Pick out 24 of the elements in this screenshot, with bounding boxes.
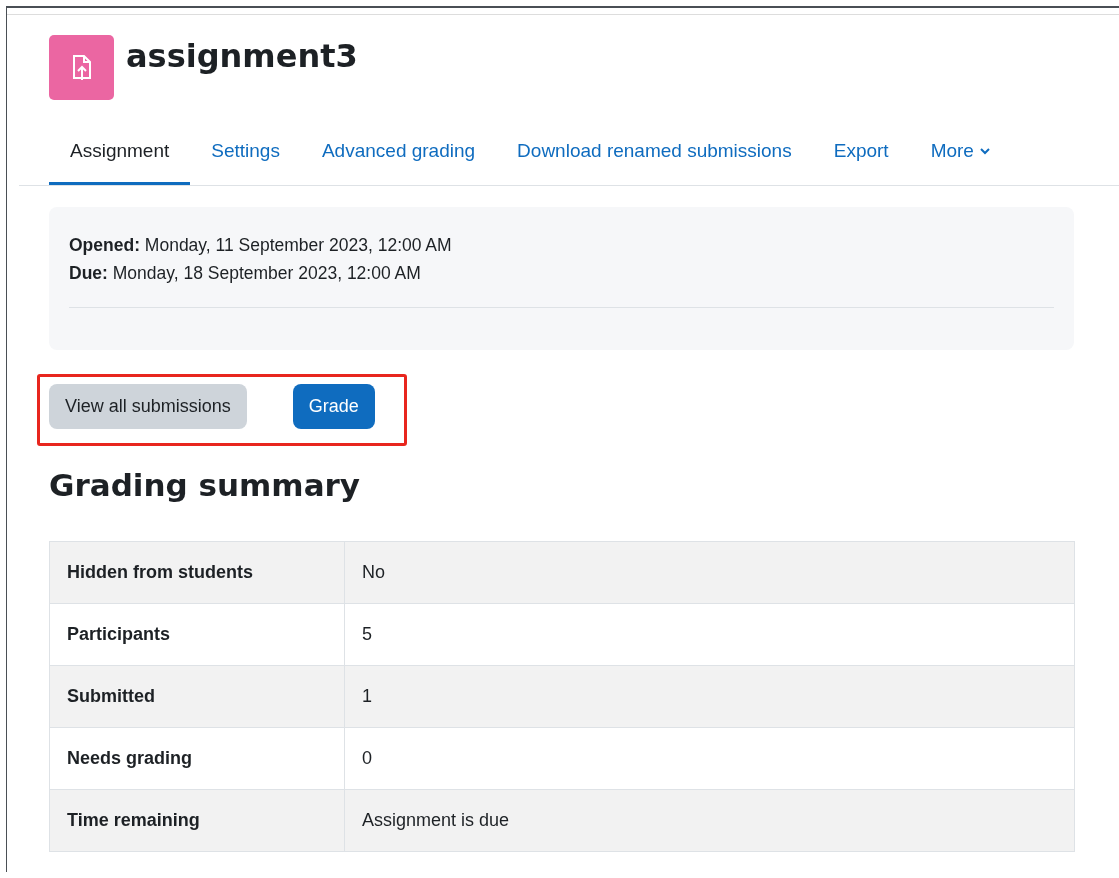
table-cell: 5: [344, 603, 1075, 666]
section-heading: Grading summary: [49, 467, 362, 503]
caret-icon: [979, 147, 990, 155]
table-header-cell: Participants: [49, 603, 345, 666]
tab[interactable]: Advanced grading: [300, 126, 497, 185]
assignment-icon: [49, 35, 114, 100]
tab[interactable]: Settings: [190, 126, 301, 185]
tab[interactable]: Export: [812, 126, 910, 185]
date-text: Due: Monday, 18 September 2023, 12:00 AM: [69, 262, 422, 285]
view-submissions-button[interactable]: View all submissions: [49, 384, 247, 429]
table-cell: Assignment is due: [344, 789, 1075, 852]
table-cell: 1: [344, 665, 1075, 728]
table-header-cell: Needs grading: [49, 727, 345, 790]
page-title: assignment3: [126, 36, 358, 75]
table-header-cell: Time remaining: [49, 789, 345, 852]
tab[interactable]: More: [909, 126, 1011, 185]
tab[interactable]: Download renamed submissions: [496, 126, 813, 185]
table-cell: 0: [344, 727, 1075, 790]
tab[interactable]: Assignment: [49, 126, 191, 185]
grade-button[interactable]: Grade: [292, 384, 375, 429]
date-text: Opened: Monday, 11 September 2023, 12:00 AM: [69, 234, 453, 257]
table-cell: No: [344, 541, 1075, 604]
table-header-cell: Submitted: [49, 665, 345, 728]
table-header-cell: Hidden from students: [49, 541, 345, 604]
